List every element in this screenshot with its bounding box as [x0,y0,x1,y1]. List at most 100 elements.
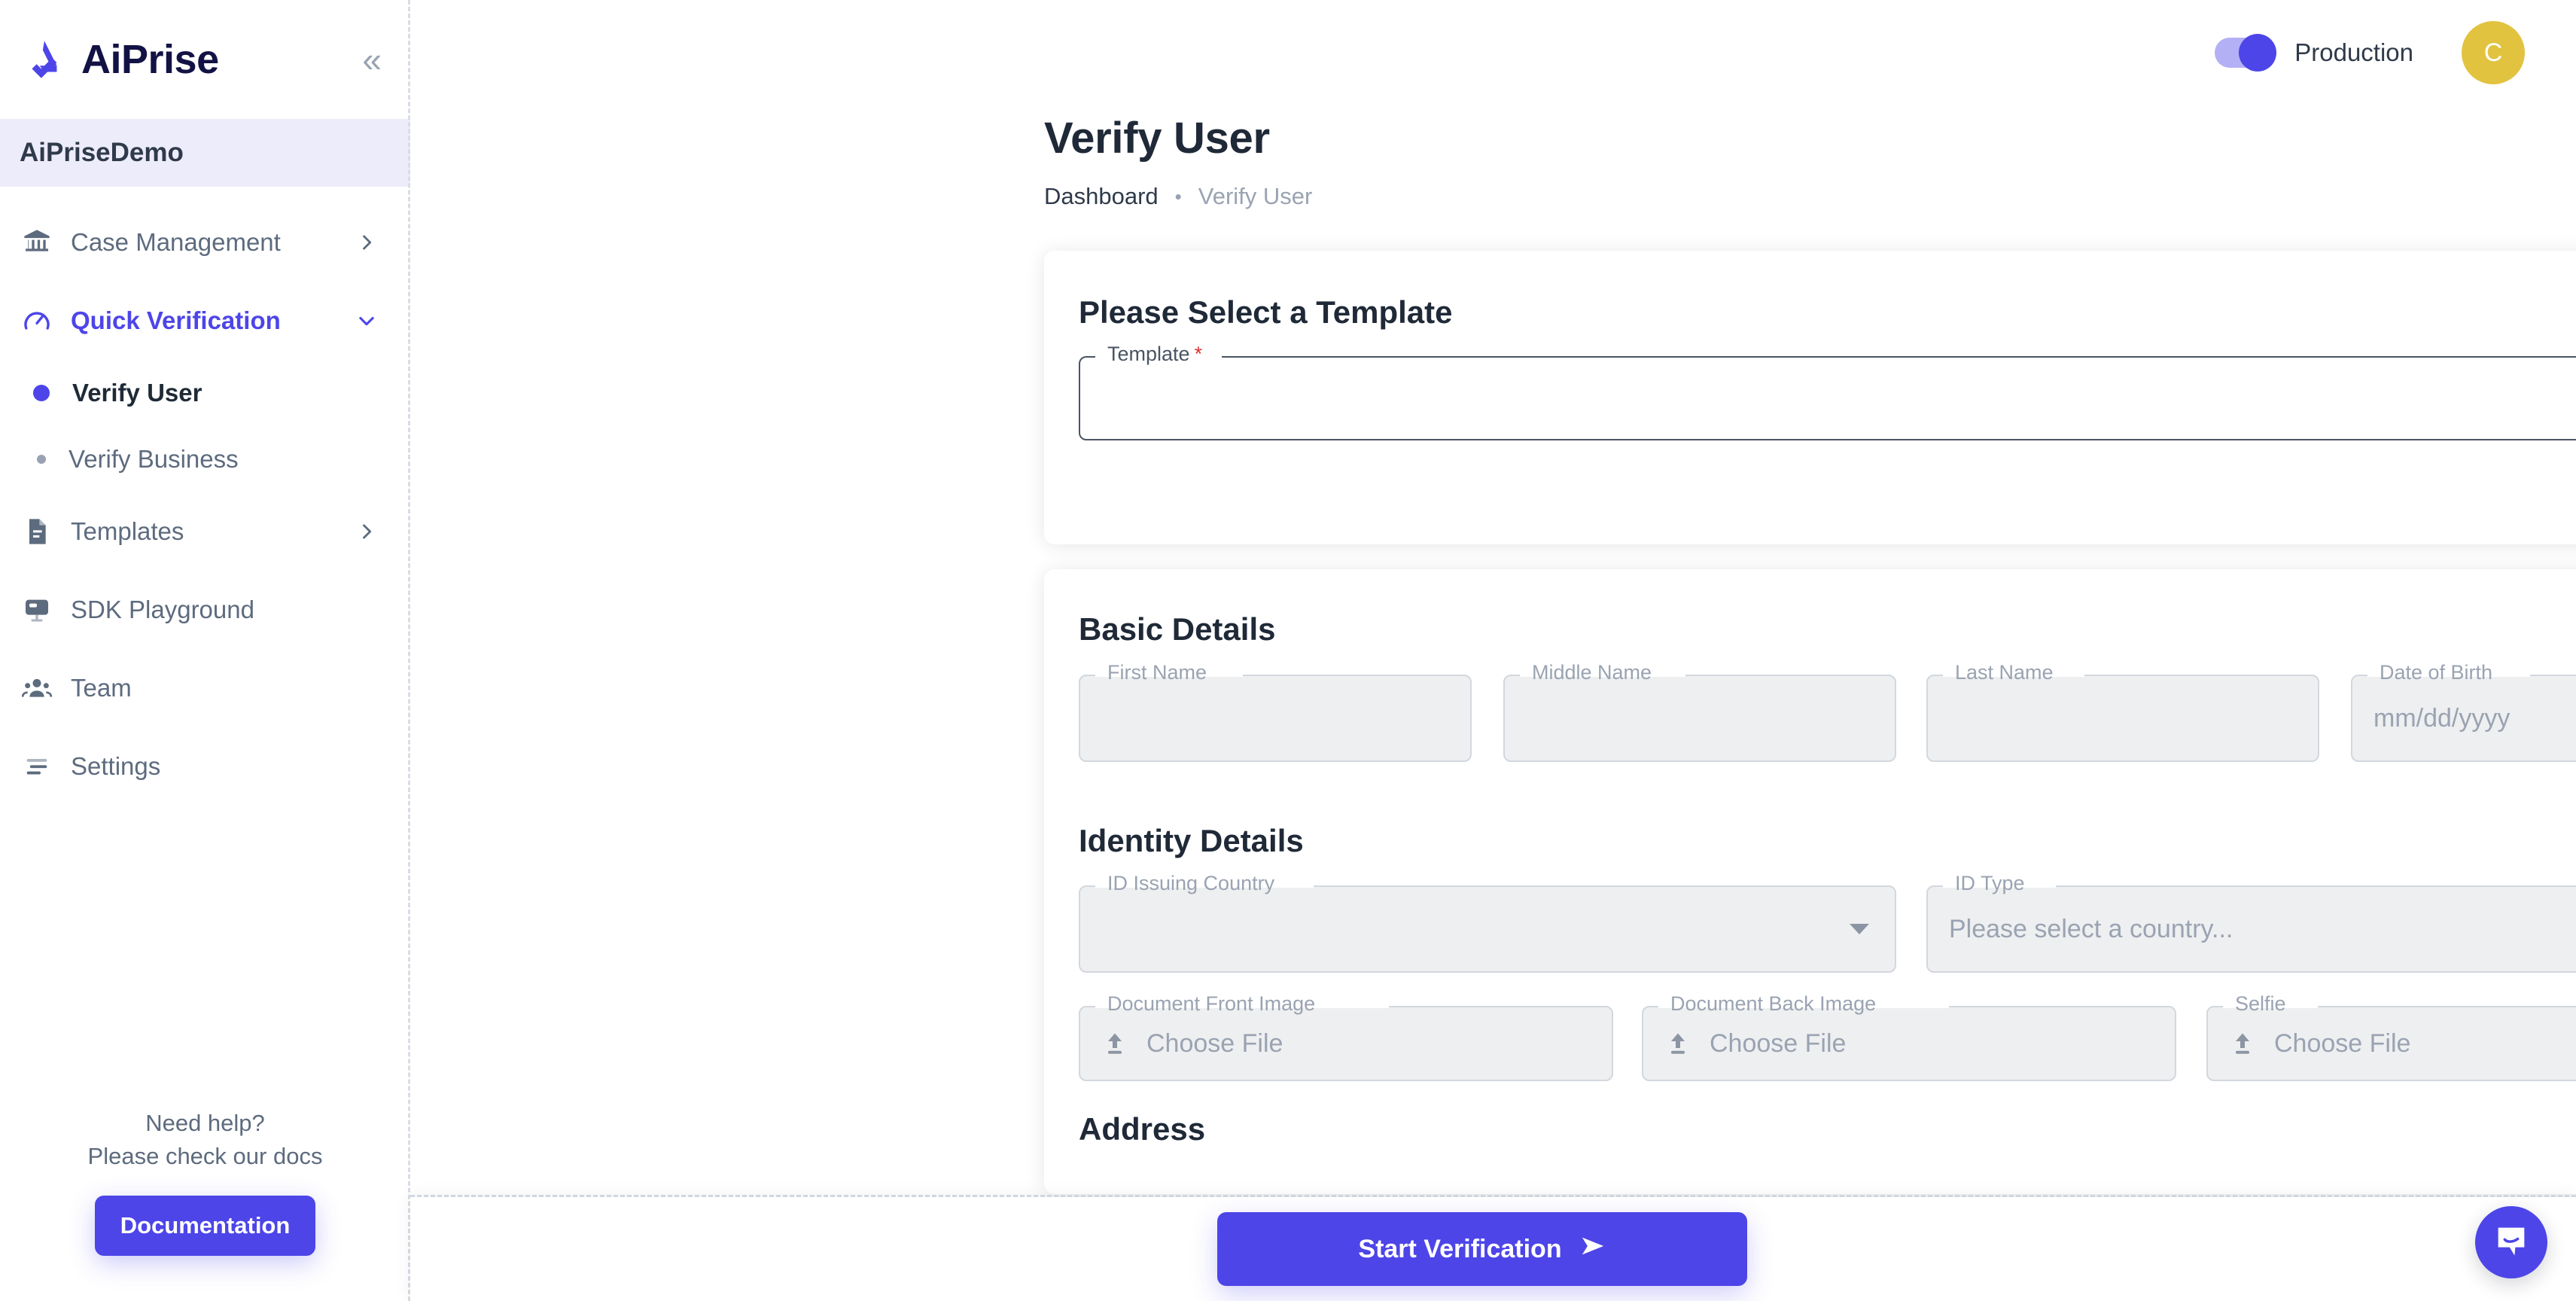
help-line-2: Please check our docs [87,1142,323,1169]
breadcrumb: Dashboard • Verify User [1044,183,2576,210]
date-of-birth-label: Date of Birth [2380,661,2493,684]
chevron-double-left-icon[interactable]: « [362,42,382,77]
date-of-birth-value: mm/dd/yyyy [2374,703,2511,733]
middle-name-label: Middle Name [1532,661,1652,684]
document-back-image-value: Choose File [1710,1028,1847,1058]
help-line-1: Need help? [145,1109,265,1136]
sidebar-subitem-verify-business[interactable]: Verify Business [0,426,410,492]
page-title: Verify User [1044,114,1270,163]
documentation-button[interactable]: Documentation [94,1196,316,1256]
start-verification-label: Start Verification [1358,1234,1562,1263]
page-head: Verify User Dashboard • Verify User [410,105,2576,210]
middle-name-field[interactable]: Middle Name [1503,663,1896,762]
workspace-name: AiPriseDemo [20,138,184,167]
upload-icon [1101,1030,1128,1057]
footer-bar: Start Verification [410,1197,2576,1301]
sidebar-item-label: Case Management [71,228,281,256]
document-front-image-value: Choose File [1146,1028,1283,1058]
main-content: Production C Verify User Dashboard • Ver… [410,0,2576,1301]
selfie-value-row: Choose File [2208,1007,2576,1080]
last-name-label: Last Name [1955,661,2054,684]
id-type-label: ID Type [1955,872,2025,894]
sidebar-item-case-management[interactable]: Case Management [0,203,410,282]
bank-icon [21,227,53,258]
selfie-value: Choose File [2274,1028,2411,1058]
document-back-image-value-row: Choose File [1643,1007,2175,1080]
template-card-title: Please Select a Template [1079,294,1453,330]
document-icon [21,516,53,547]
environment-toggle[interactable] [2215,34,2277,72]
chat-launcher-button[interactable] [2475,1206,2547,1278]
last-name-field[interactable]: Last Name [1926,663,2319,762]
document-front-image-upload[interactable]: Document Front Image Choose File [1079,994,1613,1081]
id-type-value: Please select a country... [1949,914,2233,943]
breadcrumb-current: Verify User [1198,183,1313,209]
sliders-icon [21,751,53,782]
sidebar: AiPrise « AiPriseDemo Case Management Qu… [0,0,410,1301]
basic-details-title: Basic Details [1079,611,1276,647]
sidebar-subitem-label: Verify Business [69,445,239,473]
template-select-value [1080,358,2576,439]
chevron-right-icon [356,232,377,253]
sidebar-item-label: SDK Playground [71,596,254,623]
template-card: Please Select a Template Template* Addit… [1044,251,2576,717]
template-select[interactable]: Template * [1079,344,2576,440]
details-card: Basic Details First Name Middle Name Las… [1044,569,2576,1194]
selfie-upload[interactable]: Selfie Choose File [2206,994,2576,1081]
document-front-image-label: Document Front Image [1107,992,1316,1015]
first-name-value [1080,676,1470,760]
upload-icon [2229,1030,2256,1057]
id-issuing-country-select[interactable]: ID Issuing Country [1079,873,1896,973]
first-name-field[interactable]: First Name [1079,663,1472,762]
breadcrumb-separator-icon: • [1174,184,1182,208]
brand-name: AiPrise [81,37,219,82]
gauge-icon [21,305,53,337]
first-name-label: First Name [1107,661,1207,684]
sidebar-item-label: Templates [71,517,184,545]
sidebar-item-label: Team [71,674,132,702]
toggle-knob [2239,34,2277,72]
avatar-initial: C [2483,38,2503,67]
chevron-right-icon [356,521,377,542]
id-issuing-country-value [1080,887,1895,971]
topbar: Production C [410,0,2576,105]
sidebar-item-quick-verification[interactable]: Quick Verification [0,282,410,360]
document-front-image-value-row: Choose File [1080,1007,1612,1080]
address-title: Address [1079,1111,1206,1147]
middle-name-value [1505,676,1895,760]
id-issuing-country-label: ID Issuing Country [1107,872,1275,894]
date-of-birth-field[interactable]: Date of Birth mm/dd/yyyy [2351,663,2576,762]
sidebar-item-team[interactable]: Team [0,649,410,727]
id-type-select[interactable]: ID Type Please select a country... [1926,873,2576,973]
bullet-icon [37,455,46,464]
sidebar-subitem-verify-user[interactable]: Verify User [0,360,410,426]
avatar[interactable]: C [2462,21,2525,84]
sidebar-subitem-label: Verify User [72,379,202,407]
brand-row: AiPrise « [0,0,410,119]
required-asterisk: * [1194,343,1203,365]
sidebar-item-sdk-playground[interactable]: SDK Playground [0,571,410,649]
send-icon [1580,1233,1606,1266]
document-back-image-upload[interactable]: Document Back Image Choose File [1642,994,2176,1081]
chevron-down-icon [356,310,377,331]
bullet-active-icon [33,385,50,401]
environment-label: Production [2294,38,2413,66]
template-select-label: Template * [1107,343,1203,365]
document-back-image-label: Document Back Image [1670,992,1877,1015]
sidebar-item-label: Quick Verification [71,306,281,334]
app-root: AiPrise « AiPriseDemo Case Management Qu… [0,0,2576,1301]
sidebar-item-label: Settings [71,752,161,780]
monitor-icon [21,594,53,626]
selfie-label: Selfie [2235,992,2286,1015]
last-name-value [1928,676,2318,760]
workspace-selector[interactable]: AiPriseDemo [0,119,410,187]
aiprise-logo-icon [21,35,71,84]
people-icon [21,672,53,704]
breadcrumb-dashboard[interactable]: Dashboard [1044,183,1159,210]
sidebar-nav: Case Management Quick Verification Verif… [0,187,410,806]
sidebar-item-settings[interactable]: Settings [0,727,410,806]
start-verification-button[interactable]: Start Verification [1216,1212,1747,1286]
chevron-down-icon [1850,924,1869,934]
sidebar-item-templates[interactable]: Templates [0,492,410,571]
upload-icon [1664,1030,1691,1057]
